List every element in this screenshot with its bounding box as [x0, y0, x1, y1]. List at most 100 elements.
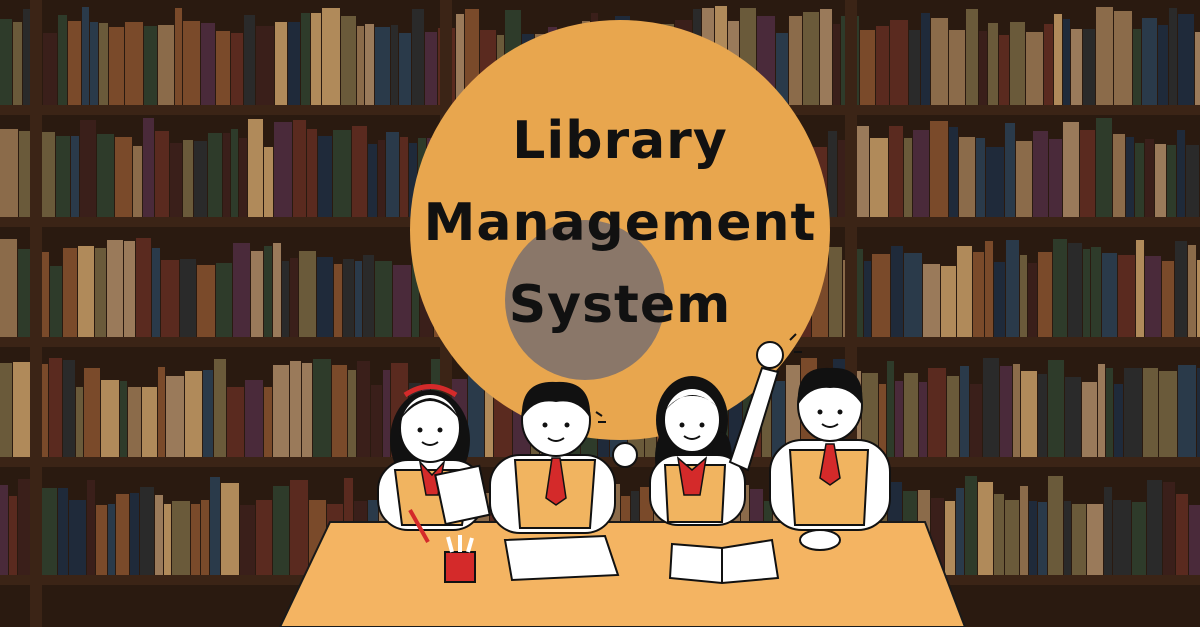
book [378, 140, 385, 217]
book [282, 261, 289, 337]
book [185, 371, 202, 457]
book [365, 24, 374, 105]
shelf-post [30, 0, 42, 627]
book [891, 246, 903, 337]
pencil-cup-icon [444, 551, 476, 583]
book [116, 494, 129, 575]
book [999, 35, 1009, 105]
book [341, 16, 356, 105]
book [1054, 14, 1062, 105]
book [357, 361, 370, 457]
book [399, 33, 411, 105]
book [180, 259, 196, 337]
book [919, 382, 927, 457]
book [921, 13, 930, 105]
book [120, 381, 127, 457]
book [425, 32, 437, 105]
book [1038, 502, 1047, 575]
book [288, 22, 300, 105]
book [322, 8, 340, 105]
book [84, 368, 100, 457]
book [299, 251, 316, 337]
book [949, 127, 958, 217]
book [50, 266, 62, 337]
book [183, 21, 200, 105]
book [1102, 253, 1117, 337]
book [231, 33, 243, 105]
book [194, 141, 207, 217]
book [256, 500, 272, 575]
book [889, 126, 903, 217]
book [130, 493, 139, 575]
book [904, 253, 922, 337]
book [1162, 261, 1174, 337]
book [1195, 32, 1200, 105]
book [43, 33, 57, 105]
book [318, 136, 332, 217]
book [18, 479, 32, 575]
book [1063, 122, 1079, 217]
book [1178, 14, 1194, 105]
book [904, 373, 918, 457]
book [248, 119, 263, 217]
book [965, 476, 977, 575]
book [264, 246, 272, 337]
book [264, 147, 273, 217]
book [1169, 8, 1177, 105]
book [1124, 368, 1142, 457]
book [1145, 139, 1154, 217]
book [887, 361, 894, 457]
book [355, 261, 362, 337]
book [82, 7, 89, 105]
book [1082, 382, 1097, 457]
book [63, 248, 77, 337]
book [1091, 247, 1101, 337]
book [143, 118, 154, 217]
book [256, 26, 274, 105]
book [239, 138, 247, 217]
book [1159, 371, 1177, 457]
book [870, 138, 888, 217]
book [166, 376, 184, 457]
book [789, 16, 802, 105]
book [201, 23, 215, 105]
book [332, 365, 347, 457]
book [1186, 145, 1199, 217]
book [1021, 371, 1037, 457]
book [144, 26, 157, 105]
book [352, 126, 367, 217]
book [1188, 245, 1196, 337]
book [386, 132, 399, 217]
book [1135, 143, 1144, 217]
book [343, 259, 354, 337]
book [1016, 141, 1032, 217]
book [0, 485, 8, 575]
book [879, 384, 886, 457]
book [383, 370, 390, 457]
book [18, 249, 31, 337]
book [976, 138, 985, 217]
book [1083, 249, 1090, 337]
book [71, 136, 79, 217]
book [274, 122, 292, 217]
book [979, 31, 987, 105]
book [959, 137, 975, 217]
banner: Library Management System [0, 0, 1200, 627]
book [78, 246, 94, 337]
book [1080, 130, 1095, 217]
title: Library Management System [400, 100, 840, 346]
book [13, 362, 31, 457]
book [1126, 137, 1134, 217]
book [1132, 502, 1146, 575]
book [290, 258, 298, 337]
book [197, 265, 215, 337]
book [216, 263, 232, 337]
book [368, 144, 377, 217]
book [1020, 486, 1028, 575]
book [223, 133, 230, 217]
book [227, 387, 244, 457]
book [245, 380, 263, 457]
book [273, 486, 289, 575]
book [957, 246, 972, 337]
book [375, 261, 392, 337]
